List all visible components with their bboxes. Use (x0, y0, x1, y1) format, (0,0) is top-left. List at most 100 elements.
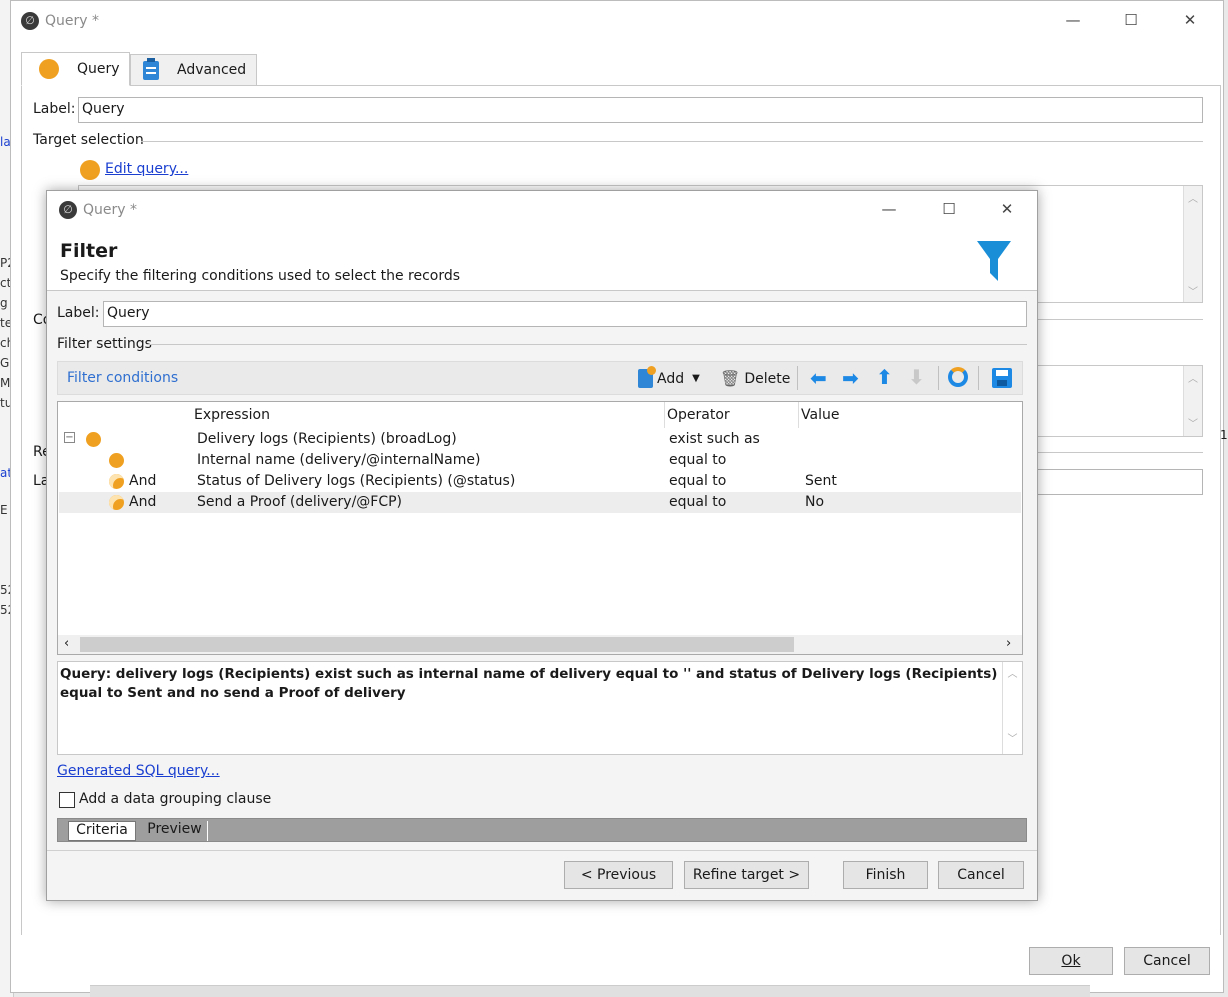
app-logo-icon: ∅ (59, 201, 77, 219)
edit-query-icon (80, 160, 100, 180)
close-icon[interactable]: ✕ (1168, 11, 1212, 29)
summary-scrollbar[interactable]: ︿ ﹀ (1002, 662, 1022, 754)
outer-label-value: Query (82, 101, 125, 117)
filter-window-title: Query * (83, 202, 137, 218)
maximize-icon[interactable]: ☐ (1109, 11, 1153, 29)
conditions-grid: Expression Operator Value − Delivery log… (57, 401, 1023, 655)
outer-title-bar: ∅ Query * — ☐ ✕ (11, 1, 1223, 43)
column-operator[interactable]: Operator (667, 407, 730, 423)
ok-button-label: Ok (1061, 953, 1081, 969)
dropdown-arrow-icon[interactable]: ▼ (692, 373, 700, 384)
scroll-right-icon[interactable]: › (1006, 636, 1011, 651)
generated-sql-link[interactable]: Generated SQL query... (57, 763, 220, 779)
move-up-icon[interactable]: ⬆ (876, 365, 893, 389)
delete-button-label: Delete (744, 370, 791, 387)
outer-scrollbar[interactable]: ︿ ﹀ (1183, 186, 1202, 302)
row-expression: Internal name (delivery/@internalName) (197, 452, 481, 468)
grid-horizontal-scrollbar[interactable]: ‹ › (58, 635, 1022, 654)
move-right-icon[interactable]: ➡ (842, 366, 859, 390)
add-button[interactable]: Add ▼ (638, 366, 700, 388)
finish-button-label: Finish (865, 867, 906, 883)
tab-preview[interactable]: Preview (142, 821, 208, 841)
outer-partial-field[interactable] (1035, 469, 1203, 495)
tab-advanced-label: Advanced (177, 62, 247, 78)
filter-heading: Filter (60, 240, 118, 262)
clipboard-icon (143, 57, 159, 80)
condition-icon (86, 432, 101, 447)
row-prefix: And (129, 473, 157, 489)
condition-row[interactable]: Internal name (delivery/@internalName) e… (59, 450, 1021, 471)
filter-label-field[interactable]: Query (103, 301, 1027, 327)
close-icon[interactable]: ✕ (985, 200, 1029, 218)
ok-button[interactable]: Ok (1029, 947, 1113, 975)
row-operator: equal to (669, 473, 727, 489)
query-icon (39, 59, 59, 79)
outer-list-area[interactable] (1035, 365, 1203, 437)
bottom-tabs-bar: Criteria Preview (57, 818, 1027, 842)
save-icon[interactable] (992, 368, 1012, 388)
minimize-icon[interactable]: — (1051, 11, 1095, 29)
row-operator: equal to (669, 494, 727, 510)
toolbar-separator (978, 366, 979, 390)
row-prefix: And (129, 494, 157, 510)
column-divider (798, 402, 799, 428)
bg-fragment: g (0, 296, 8, 310)
tab-query[interactable]: Query (21, 52, 130, 86)
filter-title-bar: ∅ Query * — ☐ ✕ (47, 191, 1037, 229)
refine-target-label: Refine target > (692, 867, 801, 883)
filter-settings-heading: Filter settings (57, 336, 152, 352)
grouping-checkbox-label: Add a data grouping clause (79, 791, 272, 807)
target-selection-heading: Target selection (33, 132, 144, 148)
add-icon (638, 366, 656, 388)
bottom-scroll-strip (90, 985, 1090, 997)
funnel-icon (977, 241, 1011, 281)
edit-query-link[interactable]: Edit query... (105, 161, 188, 177)
query-summary-box: Query: delivery logs (Recipients) exist … (57, 661, 1023, 755)
row-expression: Delivery logs (Recipients) (broadLog) (197, 431, 457, 447)
collapse-icon[interactable]: − (64, 432, 75, 443)
column-expression[interactable]: Expression (194, 407, 270, 423)
refresh-icon[interactable] (948, 367, 968, 387)
filter-dialog: ∅ Query * — ☐ ✕ Filter Specify the filte… (46, 190, 1038, 901)
scroll-left-icon[interactable]: ‹ (64, 636, 69, 651)
outer-label-field[interactable]: Query (78, 97, 1203, 123)
previous-button[interactable]: < Previous (564, 861, 673, 889)
row-value: No (805, 494, 825, 510)
scroll-thumb[interactable] (80, 637, 794, 652)
condition-row[interactable]: − Delivery logs (Recipients) (broadLog) … (59, 429, 1021, 450)
delete-button[interactable]: 🗑 Delete (720, 369, 790, 388)
minimize-icon[interactable]: — (867, 200, 911, 218)
column-divider (664, 402, 665, 428)
row-operator: exist such as (669, 431, 760, 447)
column-value[interactable]: Value (801, 407, 839, 423)
filter-subheading: Specify the filtering conditions used to… (60, 268, 461, 284)
filter-toolbar: Filter conditions Add ▼ 🗑 Delete ⬅ ➡ ⬆ ⬇ (57, 361, 1023, 395)
tab-criteria[interactable]: Criteria (68, 821, 136, 841)
tab-criteria-label: Criteria (76, 822, 128, 838)
move-down-icon[interactable]: ⬇ (908, 365, 925, 389)
row-operator: equal to (669, 452, 727, 468)
grouping-checkbox[interactable] (59, 792, 75, 808)
finish-button[interactable]: Finish (843, 861, 928, 889)
row-value: Sent (805, 473, 837, 489)
maximize-icon[interactable]: ☐ (927, 200, 971, 218)
grid-header: Expression Operator Value (58, 402, 1022, 428)
tab-preview-label: Preview (147, 821, 202, 837)
bg-fragment: E (0, 503, 8, 517)
previous-button-label: < Previous (580, 867, 657, 883)
outer-cancel-label: Cancel (1143, 953, 1191, 969)
condition-row[interactable]: And Status of Delivery logs (Recipients)… (59, 471, 1021, 492)
row-expression: Send a Proof (delivery/@FCP) (197, 494, 403, 510)
outer-list-scrollbar[interactable]: ︿ ﹀ (1183, 366, 1202, 436)
filter-settings-divider (147, 344, 1027, 345)
refine-target-button[interactable]: Refine target > (684, 861, 809, 889)
toolbar-separator (797, 366, 798, 390)
move-left-icon[interactable]: ⬅ (810, 366, 827, 390)
tab-advanced[interactable]: Advanced (130, 54, 257, 86)
filter-cancel-button[interactable]: Cancel (938, 861, 1024, 889)
outer-cancel-button[interactable]: Cancel (1124, 947, 1210, 975)
and-condition-icon (109, 474, 124, 489)
outer-window-title: Query * (45, 13, 99, 29)
condition-row-selected[interactable]: And Send a Proof (delivery/@FCP) equal t… (59, 492, 1021, 513)
condition-icon (109, 453, 124, 468)
